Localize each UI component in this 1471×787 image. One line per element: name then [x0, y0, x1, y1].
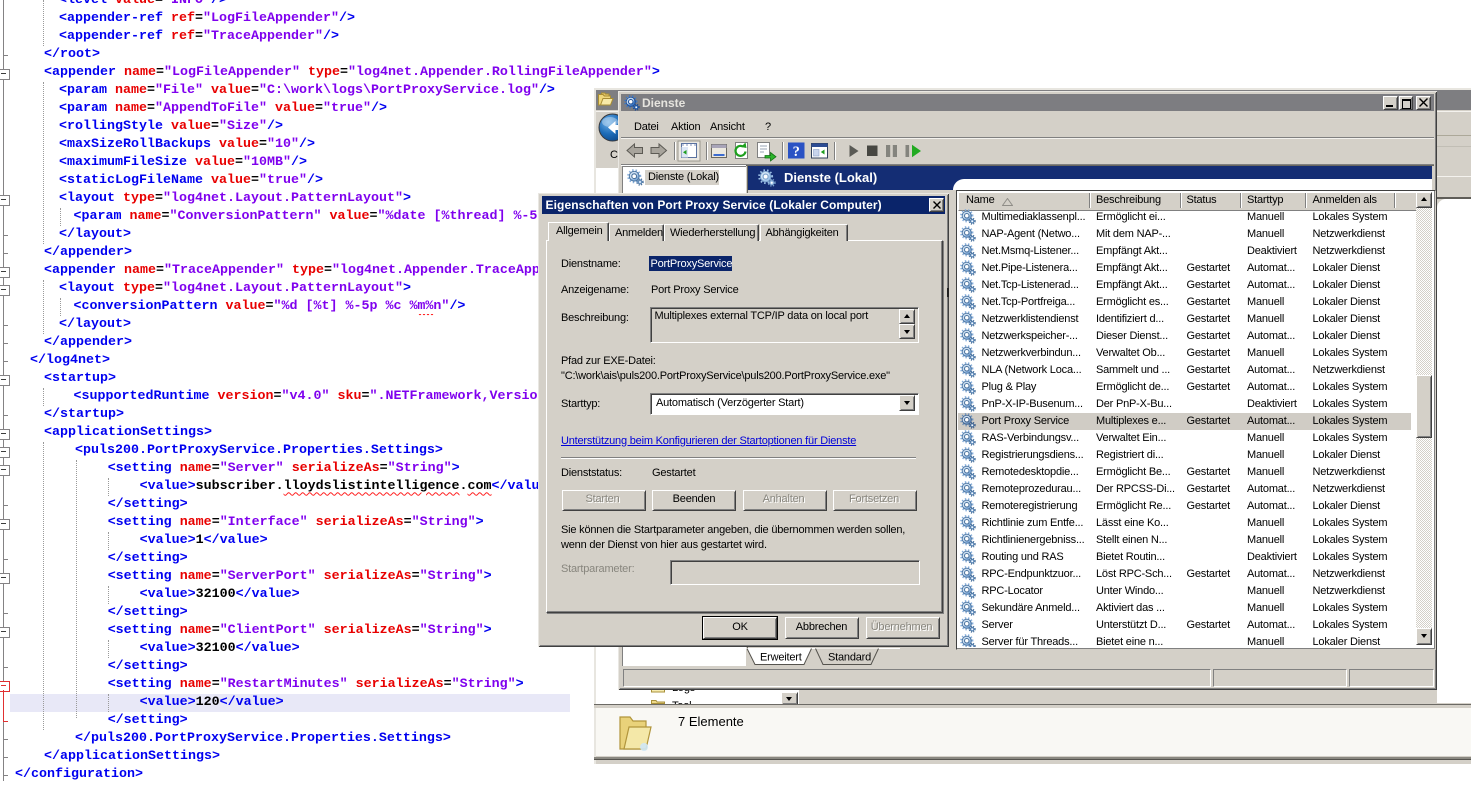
- svg-text:Standard: Standard: [828, 652, 871, 664]
- svg-text:Erweitert: Erweitert: [760, 652, 802, 664]
- svg-text:?: ?: [793, 144, 800, 160]
